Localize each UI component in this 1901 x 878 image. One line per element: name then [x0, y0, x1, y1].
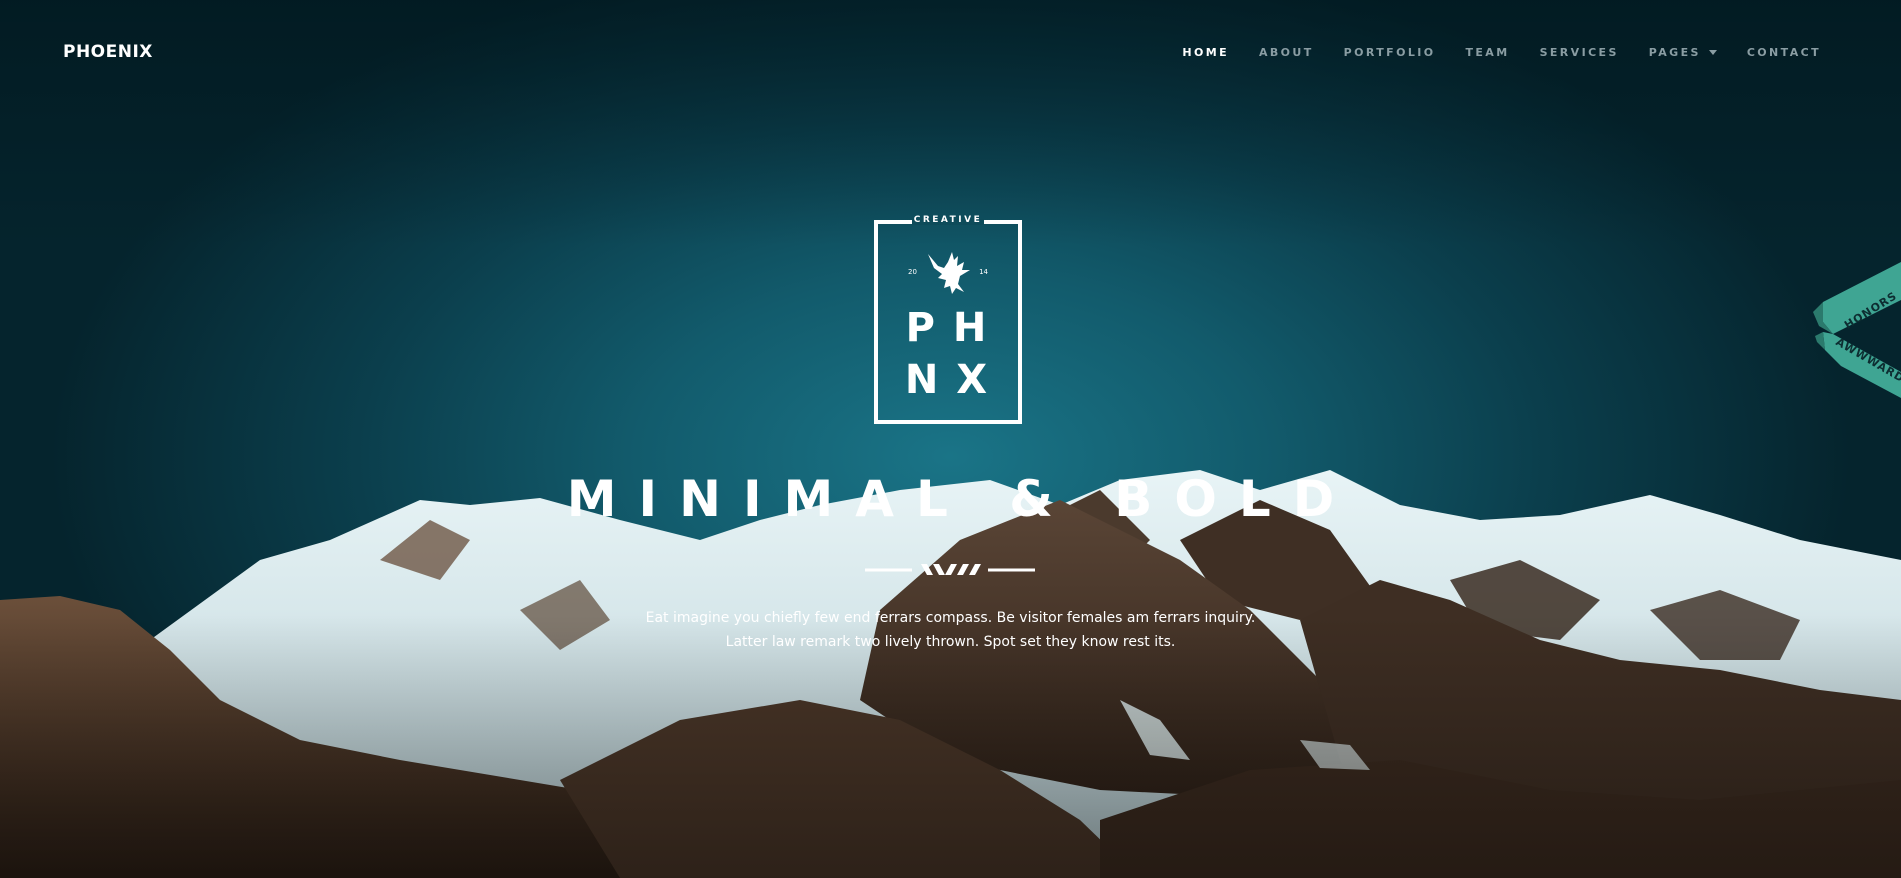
- awwwards-ribbon[interactable]: HONORS AWWWARDS: [1811, 262, 1901, 398]
- nav-team-label: TEAM: [1465, 46, 1510, 59]
- badge-letters-row2: NX: [904, 357, 1006, 403]
- badge-year-right: 14: [979, 268, 988, 276]
- nav-home-label: HOME: [1182, 46, 1229, 59]
- creative-badge: CREATIVE 20 14 PH NX: [874, 215, 1022, 424]
- chevron-down-icon: [1708, 50, 1717, 55]
- nav-contact-label: CONTACT: [1746, 46, 1821, 59]
- nav-services[interactable]: SERVICES: [1540, 46, 1619, 59]
- main-nav: HOME ABOUT PORTFOLIO TEAM SERVICES PAGES…: [1152, 46, 1821, 59]
- hero-headline: MINIMAL & BOLD: [566, 470, 1357, 528]
- nav-portfolio-label: PORTFOLIO: [1343, 46, 1436, 59]
- headline-divider: [865, 564, 1035, 575]
- mountain-background: [0, 470, 1901, 878]
- nav-pages-label: PAGES: [1648, 46, 1701, 59]
- tagline-line2: Latter law remark two lively thrown. Spo…: [725, 634, 1176, 650]
- nav-pages[interactable]: PAGES: [1649, 46, 1717, 59]
- site-logo[interactable]: PHOENIX: [63, 42, 153, 62]
- badge-top-label: CREATIVE: [913, 215, 983, 225]
- eagle-icon: [928, 252, 970, 294]
- nav-services-label: SERVICES: [1539, 46, 1619, 59]
- badge-letters-row1: PH: [905, 305, 1005, 351]
- nav-contact[interactable]: CONTACT: [1747, 46, 1821, 59]
- hero-section: PHOENIX HOME ABOUT PORTFOLIO TEAM SERVIC…: [0, 0, 1901, 878]
- badge-year-left: 20: [908, 268, 917, 276]
- nav-team[interactable]: TEAM: [1465, 46, 1509, 59]
- hero-tagline: Eat imagine you chiefly few end ferrars …: [0, 606, 1901, 654]
- nav-about[interactable]: ABOUT: [1259, 46, 1314, 59]
- nav-about-label: ABOUT: [1258, 46, 1314, 59]
- nav-portfolio[interactable]: PORTFOLIO: [1344, 46, 1436, 59]
- nav-home[interactable]: HOME: [1182, 46, 1229, 59]
- tagline-line1: Eat imagine you chiefly few end ferrars …: [645, 610, 1256, 626]
